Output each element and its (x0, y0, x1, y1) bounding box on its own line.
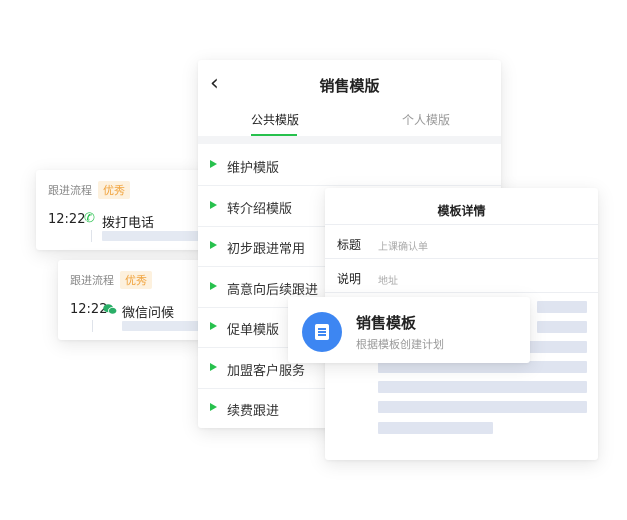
divider (325, 292, 598, 293)
follow-time: 12:22 (48, 212, 86, 227)
page-title: 销售模版 (319, 77, 380, 95)
content-placeholder (102, 231, 212, 241)
content-placeholder (537, 301, 587, 313)
triangle-right-icon (210, 403, 217, 411)
follow-action: 微信问候 (122, 306, 175, 321)
wechat-icon (103, 304, 118, 315)
follow-time: 12:22 (70, 302, 108, 317)
follow-card-wechat: 跟进流程 优秀 12:22 微信问候 (58, 260, 212, 340)
popup-title: 销售模板 (356, 314, 417, 332)
follow-action: 拨打电话 (102, 216, 155, 231)
triangle-right-icon (210, 160, 217, 168)
popup-subtitle: 根据模板创建计划 (356, 338, 444, 351)
template-item-label: 初步跟进常用 (227, 242, 306, 257)
triangle-right-icon (210, 363, 217, 371)
divider (325, 224, 598, 225)
divider (325, 258, 598, 259)
content-placeholder (378, 381, 587, 393)
content-placeholder (378, 401, 587, 413)
template-item-label: 促单模版 (227, 323, 280, 338)
timeline-line (91, 230, 92, 242)
field-label-title: 标题 (337, 238, 362, 252)
title-field[interactable]: 上课确认单 (378, 238, 428, 253)
sales-template-popup[interactable]: 销售模板 根据模板创建计划 (288, 297, 530, 363)
triangle-right-icon (210, 282, 217, 290)
detail-title: 模板详情 (437, 204, 486, 218)
follow-card-header: 跟进流程 (48, 184, 92, 197)
template-item-label: 续费跟进 (227, 404, 280, 419)
timeline-line (92, 320, 93, 332)
triangle-right-icon (210, 241, 217, 249)
follow-card-header: 跟进流程 (70, 274, 114, 287)
template-item-label: 转介绍模版 (227, 202, 293, 217)
document-icon (302, 312, 342, 352)
triangle-right-icon (210, 322, 217, 330)
follow-card-call: 跟进流程 优秀 12:22 ✆ 拨打电话 (36, 170, 212, 250)
field-label-description: 说明 (337, 272, 362, 286)
phone-icon: ✆ (84, 211, 95, 226)
template-item-label: 维护模版 (227, 161, 280, 176)
description-field[interactable]: 地址 (378, 272, 398, 287)
content-placeholder (378, 422, 493, 434)
tab-personal[interactable]: 个人模版 (402, 111, 450, 128)
template-item-label: 高意向后续跟进 (227, 283, 319, 298)
status-badge: 优秀 (120, 271, 152, 289)
divider (198, 136, 501, 144)
content-placeholder (537, 321, 587, 333)
status-badge: 优秀 (98, 181, 130, 199)
triangle-right-icon (210, 201, 217, 209)
template-item[interactable]: 维护模版 (198, 145, 501, 186)
tab-public[interactable]: 公共模版 (251, 111, 299, 128)
